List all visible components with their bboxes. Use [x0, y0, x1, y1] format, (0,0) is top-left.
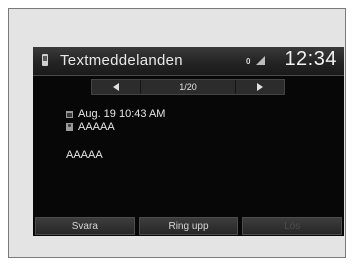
screen-title: Textmeddelanden: [60, 52, 183, 69]
message-date: Aug. 19 10:43 AM: [78, 108, 166, 120]
reply-button[interactable]: Svara: [35, 217, 135, 235]
status-indicator: 0: [246, 57, 251, 66]
call-button[interactable]: Ring upp: [138, 217, 239, 235]
previous-message-button[interactable]: [92, 80, 141, 94]
clock: 12:34: [284, 48, 337, 70]
signal-icon: [256, 56, 265, 65]
page-counter: 1/20: [179, 82, 197, 92]
next-message-button[interactable]: [235, 80, 284, 94]
display-screen: Textmeddelanden 0 12:34 1/20 Aug. 19 10:…: [33, 47, 344, 236]
message-sender-row: AAAAA: [66, 121, 115, 133]
message-date-row: Aug. 19 10:43 AM: [66, 108, 165, 120]
phone-icon: [42, 54, 48, 66]
calendar-icon: [66, 110, 73, 118]
message-sender: AAAAA: [78, 121, 115, 133]
title-bar: Textmeddelanden 0 12:34: [33, 47, 344, 76]
triangle-left-icon: [113, 83, 119, 91]
message-body: AAAAA: [66, 149, 103, 161]
action-bar: Svara Ring upp Lös: [33, 216, 344, 236]
triangle-right-icon: [257, 83, 263, 91]
figure-frame: Textmeddelanden 0 12:34 1/20 Aug. 19 10:…: [8, 8, 346, 258]
read-button: Lös: [242, 217, 343, 235]
contact-icon: [66, 123, 73, 131]
message-navigation: 1/20: [91, 79, 285, 95]
